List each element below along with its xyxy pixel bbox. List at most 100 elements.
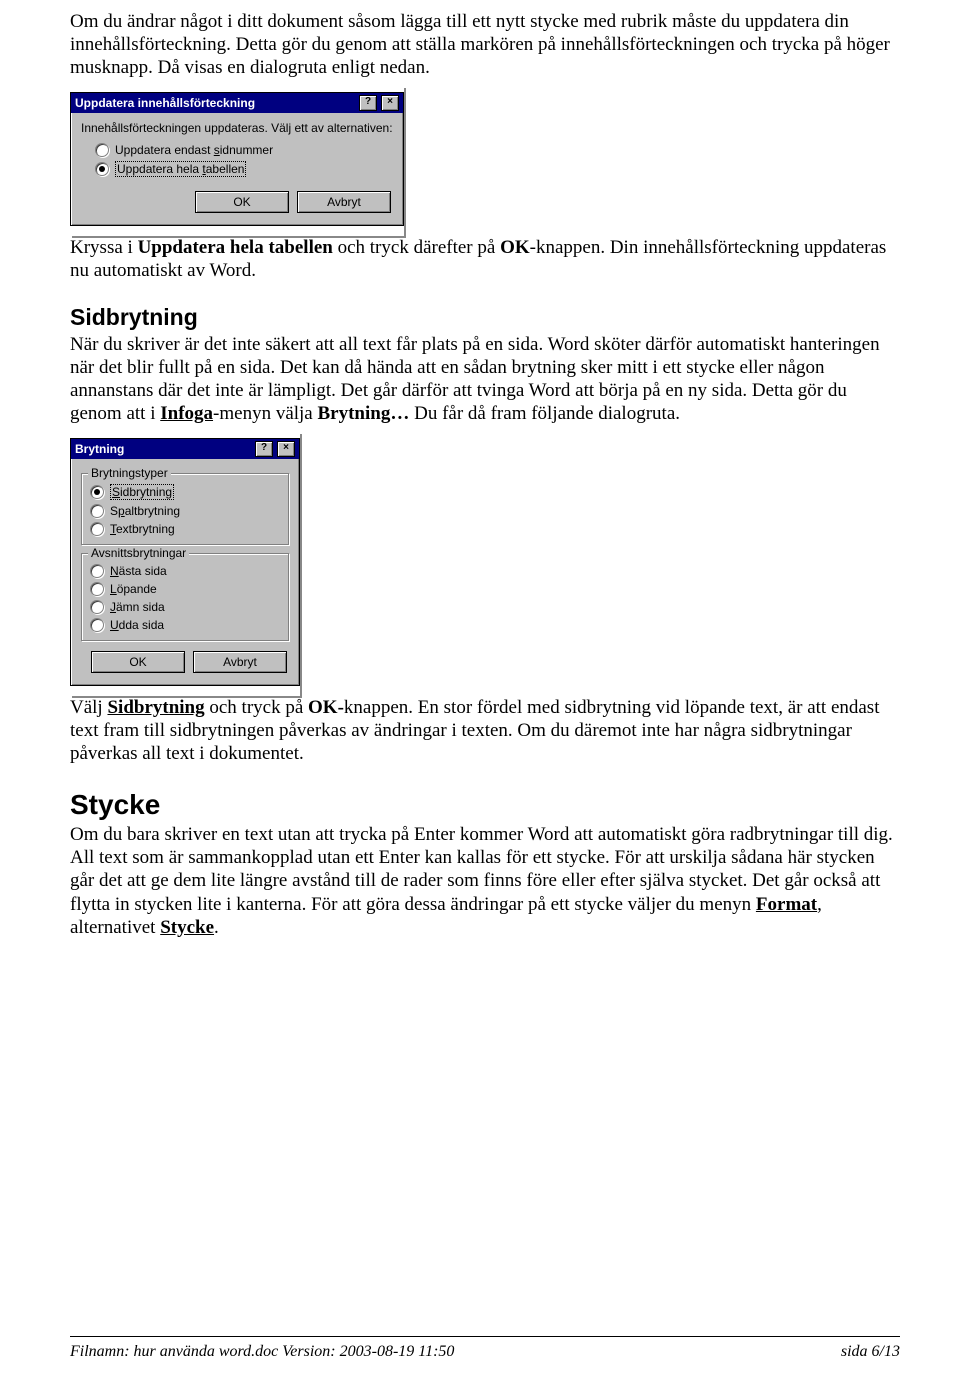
close-button[interactable]: ×	[277, 441, 295, 457]
radio-label: Uppdatera endast sidnummer	[115, 143, 273, 157]
text: Kryssa i	[70, 237, 138, 258]
help-button[interactable]: ?	[359, 95, 377, 111]
dialog1-title: Uppdatera innehållsförteckning	[75, 96, 355, 110]
help-button[interactable]: ?	[255, 441, 273, 457]
text: och tryck därefter på	[333, 237, 500, 258]
label-post: idbrytning	[120, 485, 172, 499]
radio-icon	[90, 618, 104, 632]
label-post: altbrytning	[125, 504, 180, 518]
radio-spaltbrytning[interactable]: Spaltbrytning	[90, 502, 280, 520]
radio-sidbrytning[interactable]: Sidbrytning	[90, 482, 280, 502]
radio-label: Spaltbrytning	[110, 504, 180, 518]
label-hotkey: L	[110, 582, 117, 596]
radio-icon	[90, 485, 104, 499]
radio-label: Udda sida	[110, 618, 164, 632]
radio-icon	[95, 143, 109, 157]
label-post: ästa sida	[119, 564, 167, 578]
radio-textbrytning[interactable]: Textbrytning	[90, 520, 280, 538]
dialog1-button-row: OK Avbryt	[81, 189, 393, 215]
dialog2-button-row: OK Avbryt	[81, 649, 289, 675]
after-dialog2-paragraph: Välj Sidbrytning och tryck på OK-knappen…	[70, 696, 900, 766]
radio-icon	[90, 522, 104, 536]
label-post: ämn sida	[116, 600, 165, 614]
text-inner: Uppdatera hela tabellen	[138, 237, 333, 258]
footer-left: Filnamn: hur använda word.doc Version: 2…	[70, 1343, 454, 1361]
sidbrytning-paragraph: När du skriver är det inte säkert att al…	[70, 333, 900, 426]
dialog1-titlebar: Uppdatera innehållsförteckning ? ×	[71, 93, 403, 113]
footer-separator	[70, 1336, 900, 1337]
radio-lopande[interactable]: Löpande	[90, 580, 280, 598]
group-brytningstyper: Brytningstyper Sidbrytning Spaltbrytning…	[81, 473, 289, 545]
radio-icon	[90, 600, 104, 614]
document-page: Om du ändrar något i ditt dokument såsom…	[0, 0, 960, 1377]
text: Du får då fram följande dialogruta.	[409, 403, 680, 424]
radio-update-pagenumbers[interactable]: Uppdatera endast sidnummer	[81, 141, 393, 159]
dialog1-prompt: Innehållsförteckningen uppdateras. Välj …	[81, 121, 393, 135]
bold-underline: Format	[756, 894, 817, 915]
bold-text: Brytning…	[318, 403, 410, 424]
dialog2-titlebar: Brytning ? ×	[71, 439, 299, 459]
label-hotkey: S	[112, 485, 120, 499]
radio-update-whole-table[interactable]: Uppdatera hela tabellen	[81, 159, 393, 179]
dialog1-content: Innehållsförteckningen uppdateras. Välj …	[71, 113, 403, 225]
intro-paragraph: Om du ändrar något i ditt dokument såsom…	[70, 10, 900, 80]
text: och tryck på	[205, 697, 308, 718]
label-post: öpande	[117, 582, 157, 596]
radio-icon	[90, 582, 104, 596]
group-legend: Avsnittsbrytningar	[88, 546, 189, 560]
label-hotkey: U	[110, 618, 119, 632]
group-legend: Brytningstyper	[88, 466, 171, 480]
radio-nasta-sida[interactable]: Nästa sida	[90, 562, 280, 580]
label-pre: Uppdatera hela	[117, 162, 202, 176]
label-post: idnummer	[220, 143, 273, 157]
label-post: abellen	[206, 162, 245, 176]
radio-label: Textbrytning	[110, 522, 175, 536]
heading-stycke: Stycke	[70, 789, 900, 821]
dialog-brytning: Brytning ? × Brytningstyper Sidbrytning …	[70, 438, 300, 686]
text-inner: Format	[756, 894, 817, 915]
dialog2-shadow: Brytning ? × Brytningstyper Sidbrytning …	[70, 432, 300, 696]
cancel-button[interactable]: Avbryt	[193, 651, 287, 673]
label-post: extbrytning	[116, 522, 175, 536]
radio-icon	[90, 504, 104, 518]
dialog2-title: Brytning	[75, 442, 251, 456]
ok-button[interactable]: OK	[91, 651, 185, 673]
radio-label-focused: Sidbrytning	[110, 484, 174, 500]
radio-icon	[90, 564, 104, 578]
close-button[interactable]: ×	[381, 95, 399, 111]
ok-button[interactable]: OK	[195, 191, 289, 213]
radio-label-focused: Uppdatera hela tabellen	[115, 161, 246, 177]
text-inner: Sidbrytning	[107, 697, 204, 718]
radio-label: Jämn sida	[110, 600, 165, 614]
radio-label: Nästa sida	[110, 564, 167, 578]
label-hotkey: N	[110, 564, 119, 578]
radio-label: Löpande	[110, 582, 157, 596]
bold-underline: Stycke	[160, 917, 214, 938]
dialog-update-toc: Uppdatera innehållsförteckning ? × Inneh…	[70, 92, 404, 226]
page-footer: Filnamn: hur använda word.doc Version: 2…	[70, 1343, 900, 1361]
radio-jamn-sida[interactable]: Jämn sida	[90, 598, 280, 616]
text: .	[214, 917, 219, 938]
label-pre: S	[110, 504, 118, 518]
dialog2-content: Brytningstyper Sidbrytning Spaltbrytning…	[71, 459, 299, 685]
bold-text: OK	[500, 237, 530, 258]
bold-underline: Infoga	[160, 403, 213, 424]
radio-icon	[95, 162, 109, 176]
cancel-button[interactable]: Avbryt	[297, 191, 391, 213]
bold-text: Uppdatera hela tabellen	[138, 237, 333, 258]
label-hotkey: p	[118, 504, 125, 518]
text-inner: Infoga	[160, 403, 213, 424]
bold-underline: Sidbrytning	[107, 697, 204, 718]
dialog1-shadow: Uppdatera innehållsförteckning ? × Inneh…	[70, 86, 404, 236]
after-dialog1-paragraph: Kryssa i Uppdatera hela tabellen och try…	[70, 236, 900, 282]
group-avsnittsbrytningar: Avsnittsbrytningar Nästa sida Löpande Jä…	[81, 553, 289, 641]
text: Välj	[70, 697, 107, 718]
label-pre: Uppdatera endast	[115, 143, 214, 157]
radio-udda-sida[interactable]: Udda sida	[90, 616, 280, 634]
stycke-paragraph: Om du bara skriver en text utan att tryc…	[70, 823, 900, 939]
bold-text: OK-	[308, 697, 344, 718]
label-post: dda sida	[119, 618, 164, 632]
text-inner: Stycke	[160, 917, 214, 938]
heading-sidbrytning: Sidbrytning	[70, 304, 900, 331]
footer-right: sida 6/13	[841, 1343, 900, 1361]
